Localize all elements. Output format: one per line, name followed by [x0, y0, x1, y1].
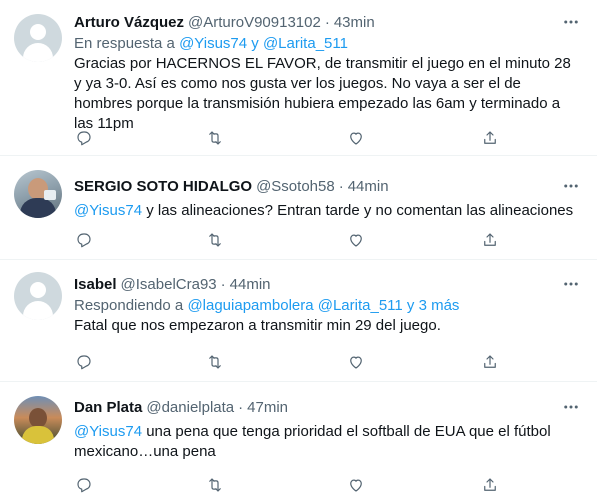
action-bar — [74, 475, 504, 495]
retweet-icon[interactable] — [205, 352, 225, 372]
reply-icon[interactable] — [74, 128, 94, 148]
share-icon[interactable] — [480, 352, 500, 372]
tweet[interactable]: Dan Plata @danielplata · 47min @Yisus74 … — [0, 382, 597, 501]
tweet[interactable]: SERGIO SOTO HIDALGO @Ssotoh58 · 44min @Y… — [0, 156, 597, 260]
like-icon[interactable] — [346, 475, 366, 495]
reply-context: Respondiendo a @laguiapambolera @Larita_… — [74, 297, 581, 314]
reply-to-mentions[interactable]: @Yisus74 y @Larita_511 — [179, 35, 348, 52]
separator-dot: · — [220, 275, 226, 293]
timestamp[interactable]: 43min — [334, 14, 375, 31]
share-icon[interactable] — [480, 230, 500, 250]
retweet-icon[interactable] — [205, 230, 225, 250]
reply-icon[interactable] — [74, 230, 94, 250]
avatar[interactable] — [14, 14, 62, 62]
retweet-icon[interactable] — [205, 475, 225, 495]
tweet-header: Arturo Vázquez @ArturoV90913102 · 43min — [74, 12, 581, 32]
author-name[interactable]: Dan Plata — [74, 399, 142, 416]
reply-prefix: Respondiendo a — [74, 297, 188, 314]
author-handle[interactable]: @ArturoV90913102 — [188, 14, 321, 31]
more-options-icon[interactable] — [561, 397, 581, 417]
action-bar — [74, 352, 504, 372]
timestamp[interactable]: 44min — [348, 178, 389, 195]
tweet-header: Dan Plata @danielplata · 47min — [74, 397, 581, 417]
like-icon[interactable] — [346, 230, 366, 250]
tweet-feed: Arturo Vázquez @ArturoV90913102 · 43min … — [0, 0, 597, 501]
tweet[interactable]: Isabel @IsabelCra93 · 44min Respondiendo… — [0, 260, 597, 382]
tweet-header: Isabel @IsabelCra93 · 44min — [74, 274, 581, 294]
tweet-text: @Yisus74 y las alineaciones? Entran tard… — [74, 201, 581, 221]
reply-icon[interactable] — [74, 475, 94, 495]
author-name[interactable]: Isabel — [74, 276, 117, 293]
share-icon[interactable] — [480, 475, 500, 495]
reply-prefix: En respuesta a — [74, 35, 180, 52]
timestamp[interactable]: 44min — [230, 276, 271, 293]
like-icon[interactable] — [346, 352, 366, 372]
avatar[interactable] — [14, 396, 62, 444]
reply-to-mentions[interactable]: @laguiapambolera @Larita_511 y 3 más — [187, 297, 459, 314]
separator-dot: · — [324, 13, 330, 31]
tweet-body: una pena que tenga prioridad el softball… — [74, 423, 551, 460]
separator-dot: · — [238, 398, 244, 416]
tweet[interactable]: Arturo Vázquez @ArturoV90913102 · 43min … — [0, 0, 597, 156]
tweet-text: Fatal que nos empezaron a transmitir min… — [74, 317, 441, 334]
tweet-body: y las alineaciones? Entran tarde y no co… — [142, 202, 574, 219]
share-icon[interactable] — [480, 128, 500, 148]
more-options-icon[interactable] — [561, 12, 581, 32]
tweet-text: Gracias por HACERNOS EL FAVOR, de transm… — [74, 55, 571, 132]
avatar[interactable] — [14, 272, 62, 320]
author-handle[interactable]: @Ssotoh58 — [256, 178, 335, 195]
tweet-header: SERGIO SOTO HIDALGO @Ssotoh58 · 44min — [74, 176, 581, 196]
author-handle[interactable]: @IsabelCra93 — [121, 276, 217, 293]
mention[interactable]: @Yisus74 — [74, 423, 142, 440]
like-icon[interactable] — [346, 128, 366, 148]
reply-context: En respuesta a @Yisus74 y @Larita_511 — [74, 35, 581, 52]
action-bar — [74, 128, 504, 148]
more-options-icon[interactable] — [561, 274, 581, 294]
more-options-icon[interactable] — [561, 176, 581, 196]
tweet-text: @Yisus74 una pena que tenga prioridad el… — [74, 422, 581, 462]
reply-icon[interactable] — [74, 352, 94, 372]
mention[interactable]: @Yisus74 — [74, 202, 142, 219]
author-handle[interactable]: @danielplata — [146, 399, 234, 416]
timestamp[interactable]: 47min — [247, 399, 288, 416]
retweet-icon[interactable] — [205, 128, 225, 148]
avatar[interactable] — [14, 170, 62, 218]
action-bar — [74, 230, 504, 250]
author-name[interactable]: SERGIO SOTO HIDALGO — [74, 178, 252, 195]
separator-dot: · — [338, 177, 344, 195]
author-name[interactable]: Arturo Vázquez — [74, 14, 184, 31]
